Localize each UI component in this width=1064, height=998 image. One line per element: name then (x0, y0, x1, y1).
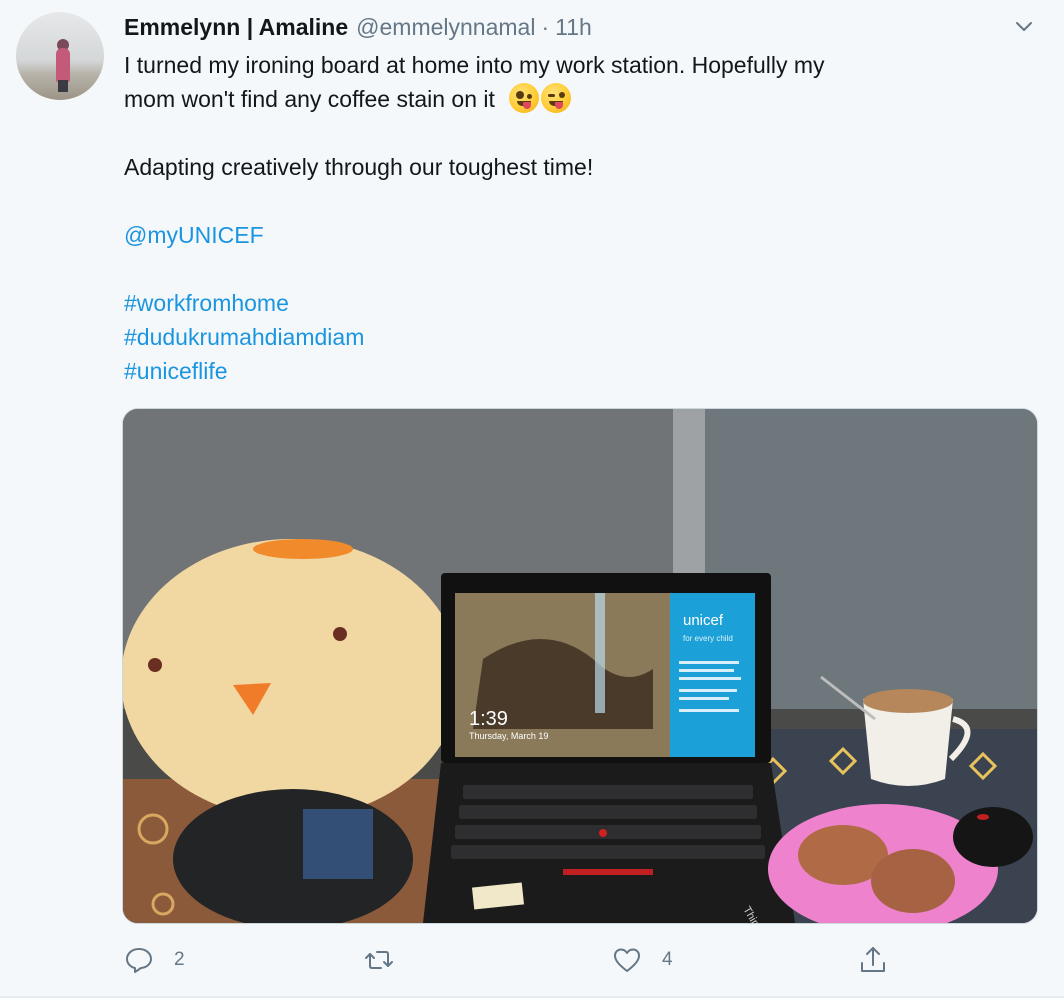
mention-link[interactable]: @myUNICEF (124, 218, 1024, 252)
header-separator: · (541, 14, 550, 40)
reply-button[interactable]: 2 (124, 940, 185, 980)
avatar-figure-legs (58, 80, 68, 92)
more-options-button[interactable] (1012, 14, 1036, 38)
photo-laptop-trackpoint-buttons (563, 869, 653, 875)
tweet-photo[interactable]: unicef for every child 1:39 Thursday, Ma… (122, 408, 1038, 924)
author-display-name[interactable]: Emmelynn | Amaline (124, 12, 348, 42)
zany-face-tongue (523, 102, 532, 109)
tweet-actions: 2 4 (124, 940, 924, 980)
hashtag-link[interactable]: #dudukrumahdiamdiam (124, 320, 1024, 354)
heart-icon (614, 948, 640, 972)
zany-face-eye-left (516, 91, 525, 99)
winking-face-with-tongue-emoji (541, 83, 572, 113)
tweet-text: I turned my ironing board at home into m… (124, 48, 1024, 388)
like-button[interactable]: 4 (612, 940, 673, 980)
zany-face-eye-right (527, 94, 533, 99)
photo-mug-coffee (863, 689, 953, 713)
hashtag-link[interactable]: #uniceflife (124, 354, 1024, 388)
tweet-card[interactable]: Emmelynn | Amaline @emmelynnamal · 11h I… (0, 0, 1064, 998)
photo-cushion-comb (253, 539, 353, 559)
photo-bag-contents (303, 809, 373, 879)
reply-count: 2 (174, 949, 185, 970)
photo-bag (173, 789, 413, 923)
avatar[interactable] (16, 12, 104, 100)
photo-laptop-tagline: for every child (683, 634, 733, 643)
wink-face-eye-open (559, 92, 566, 98)
photo-laptop-brand: unicef (683, 612, 724, 629)
photo-laptop-trackpoint (599, 829, 607, 837)
share-icon (861, 947, 885, 972)
chevron-down-icon (1016, 22, 1032, 31)
photo-bread-right (871, 849, 955, 913)
photo-mouse (953, 807, 1033, 867)
wink-face-eye-closed (548, 94, 556, 97)
tweet-text-line-3: Adapting creatively through our toughest… (124, 154, 594, 180)
photo-lock-date: Thursday, March 19 (469, 731, 548, 741)
photo-mouse-wheel (977, 814, 989, 820)
photo-cushion-eye-right (333, 627, 347, 641)
tweet-header: Emmelynn | Amaline @emmelynnamal · 11h (124, 12, 592, 42)
photo-illustration: unicef for every child 1:39 Thursday, Ma… (123, 409, 1037, 923)
photo-lock-time: 1:39 (469, 708, 508, 730)
tweet-text-gap (124, 116, 1024, 150)
hashtag-link[interactable]: #workfromhome (124, 286, 1024, 320)
tweet-text-gap (124, 252, 1024, 286)
avatar-figure-body (56, 48, 70, 82)
share-button[interactable] (858, 940, 888, 980)
tweet-text-line-1: I turned my ironing board at home into m… (124, 52, 825, 78)
tweet-text-line-2: mom won't find any coffee stain on it (124, 82, 1024, 116)
photo-cushion (123, 539, 461, 819)
like-count: 4 (662, 949, 673, 970)
reply-icon (126, 948, 152, 973)
wink-face-tongue (555, 102, 564, 109)
tweet-text-gap (124, 184, 1024, 218)
retweet-icon (365, 951, 393, 969)
zany-face-emoji (509, 83, 540, 113)
tweet-text-line-2-text: mom won't find any coffee stain on it (124, 86, 495, 112)
photo-laptop-water (595, 593, 605, 713)
retweet-button[interactable] (364, 940, 414, 980)
tweet-timestamp[interactable]: 11h (555, 12, 592, 42)
photo-cushion-eye-left (148, 658, 162, 672)
author-handle[interactable]: @emmelynnamal (356, 12, 535, 42)
